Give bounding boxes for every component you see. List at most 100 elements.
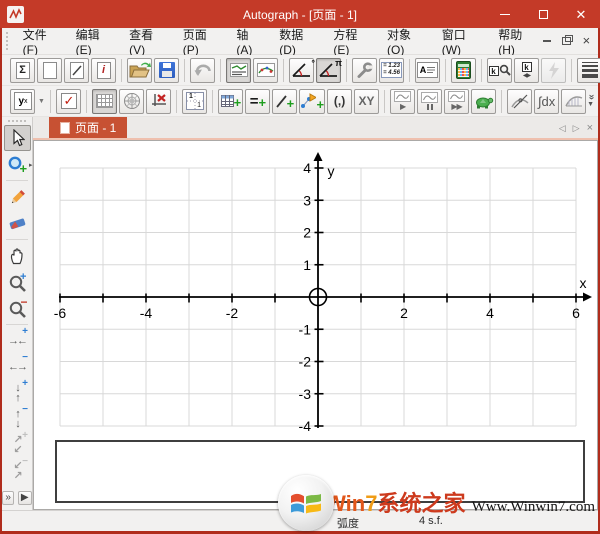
separator: [86, 90, 87, 113]
toolbar-main: Σi°π= 1.23= 4.56Akk◀▶▼ » ▼: [2, 55, 598, 86]
angle-radians-button[interactable]: π: [316, 58, 341, 83]
separator: [571, 59, 572, 82]
svg-text:4: 4: [303, 160, 311, 176]
mdi-close-icon[interactable]: ×: [582, 36, 590, 46]
flyout-arrow-icon[interactable]: ▸: [29, 161, 33, 169]
constant-spy-button[interactable]: k: [487, 58, 512, 83]
add-point-tool[interactable]: +▸: [4, 151, 31, 177]
integral-button[interactable]: ∫dx: [534, 89, 559, 114]
toolbar-axes-overflow[interactable]: » ▼: [587, 93, 594, 109]
close-icon: ✕: [576, 8, 587, 21]
xy-attributes-button[interactable]: XY: [354, 89, 379, 114]
eraser-tool[interactable]: [4, 210, 31, 236]
sidebar-bottom: » ▶: [2, 491, 31, 505]
animate-ffwd-button[interactable]: ▶▶: [444, 89, 469, 114]
edit-axes-button[interactable]: ✓: [56, 89, 81, 114]
content-area: +▸+−+→←−←→+↓↑−↑↓+↗↙−↙↗ » ▶ 页面 - 1 ◁ ▷ × …: [2, 117, 598, 510]
svg-text:y: y: [328, 163, 335, 179]
svg-text:+: +: [19, 161, 27, 174]
open-file-button[interactable]: [127, 58, 152, 83]
svg-text:2: 2: [400, 305, 408, 321]
animate-play-button[interactable]: ▶: [390, 89, 415, 114]
zoom-y-in-tool[interactable]: +↓↑: [4, 380, 31, 406]
animate-pause-button[interactable]: [417, 89, 442, 114]
settings-wrench-button[interactable]: [352, 58, 377, 83]
axis-numbers-button[interactable]: 11: [182, 89, 207, 114]
app-icon: [7, 6, 24, 23]
mdi-minimize-icon[interactable]: [543, 40, 551, 42]
axes-style-button[interactable]: yx: [10, 89, 35, 114]
svg-text:−: −: [20, 299, 27, 309]
tab-close-icon[interactable]: ×: [587, 122, 593, 134]
gradient-button[interactable]: [507, 89, 532, 114]
watermark-brand-c: 系统之家: [377, 491, 465, 516]
select-tool[interactable]: [4, 125, 31, 151]
menu-bar: 文件(F)编辑(E)查看(V)页面(P)轴(A)数据(D)方程(E)对象(O)窗…: [2, 28, 598, 55]
separator: [6, 180, 28, 181]
zoom-xy-out-tool[interactable]: −↙↗: [4, 458, 31, 484]
add-line-button[interactable]: +: [272, 89, 297, 114]
close-button[interactable]: ✕: [562, 0, 600, 28]
menubar-grip[interactable]: [5, 31, 10, 51]
separator: [176, 90, 177, 113]
separator: [445, 59, 446, 82]
slow-plot-button[interactable]: [471, 89, 496, 114]
svg-text:-2: -2: [299, 354, 312, 370]
mdi-restore-icon[interactable]: [562, 37, 571, 45]
graph-canvas[interactable]: -6-4-2246-4-3-2-11234xy: [34, 141, 597, 441]
svg-text:-6: -6: [54, 305, 67, 321]
mdi-window-controls: ×: [543, 36, 590, 46]
chevron-overflow-icon: »: [587, 94, 595, 100]
watermark-url: Www.Winwin7.com: [472, 499, 595, 515]
svg-text:3: 3: [303, 192, 311, 208]
sidebar-expand-button[interactable]: »: [2, 491, 14, 505]
angle-degrees-button[interactable]: °: [289, 58, 314, 83]
decimal-places-button[interactable]: = 1.23= 4.56: [379, 58, 404, 83]
sidebar-flyout-button[interactable]: ▶: [18, 491, 32, 505]
zoom-x-in-tool[interactable]: +→←: [4, 328, 31, 354]
fast-plot-button[interactable]: [541, 58, 566, 83]
area-button[interactable]: [561, 89, 586, 114]
zoom-y-out-tool[interactable]: −↑↓: [4, 406, 31, 432]
line-thickness-button[interactable]: [577, 58, 600, 83]
tab-next-icon[interactable]: ▷: [573, 123, 580, 134]
tab-page-1[interactable]: 页面 - 1: [49, 117, 127, 138]
watermark-brand-b: 7: [365, 491, 377, 516]
new-graph-page-button[interactable]: [64, 58, 89, 83]
graph-appearance-button[interactable]: [253, 58, 278, 83]
add-coordinates-button[interactable]: (,): [327, 89, 352, 114]
zoom-out-tool[interactable]: −: [4, 295, 31, 321]
add-equation-button[interactable]: =+: [245, 89, 270, 114]
svg-text:-3: -3: [299, 386, 312, 402]
minimize-button[interactable]: [486, 0, 524, 28]
axes-style-button-dropdown[interactable]: ▼: [36, 89, 46, 114]
svg-text:4: 4: [486, 305, 494, 321]
sidebar-items: +▸+−+→←−←→+↓↑−↑↓+↗↙−↙↗: [4, 125, 31, 484]
text-label-button[interactable]: A: [415, 58, 440, 83]
sidebar-grip[interactable]: [7, 119, 27, 124]
constant-controller-button[interactable]: k◀▶: [514, 58, 539, 83]
polar-grid-button[interactable]: [119, 89, 144, 114]
zoom-xy-in-tool[interactable]: +↗↙: [4, 432, 31, 458]
show-grid-button[interactable]: [92, 89, 117, 114]
results-box-button[interactable]: [226, 58, 251, 83]
windows-logo-icon: [278, 475, 334, 531]
save-file-button[interactable]: [154, 58, 179, 83]
tab-prev-icon[interactable]: ◁: [559, 123, 566, 134]
app-window: Autograph - [页面 - 1] ✕ 文件(F)编辑(E)查看(V)页面…: [0, 0, 600, 534]
maximize-button[interactable]: [524, 0, 562, 28]
svg-text:2: 2: [303, 225, 311, 241]
new-page-button[interactable]: [37, 58, 62, 83]
pan-tool[interactable]: [4, 243, 31, 269]
page-info-button[interactable]: i: [91, 58, 116, 83]
separator: [409, 59, 410, 82]
zoom-in-tool[interactable]: +: [4, 269, 31, 295]
undo-button[interactable]: [190, 58, 215, 83]
hide-axes-button[interactable]: [146, 89, 171, 114]
pencil-tool[interactable]: [4, 184, 31, 210]
add-table-button[interactable]: +: [218, 89, 243, 114]
zoom-x-out-tool[interactable]: −←→: [4, 354, 31, 380]
stats-page-button[interactable]: Σ: [10, 58, 35, 83]
add-vector-button[interactable]: +: [299, 89, 325, 114]
calculator-button[interactable]: [451, 58, 476, 83]
